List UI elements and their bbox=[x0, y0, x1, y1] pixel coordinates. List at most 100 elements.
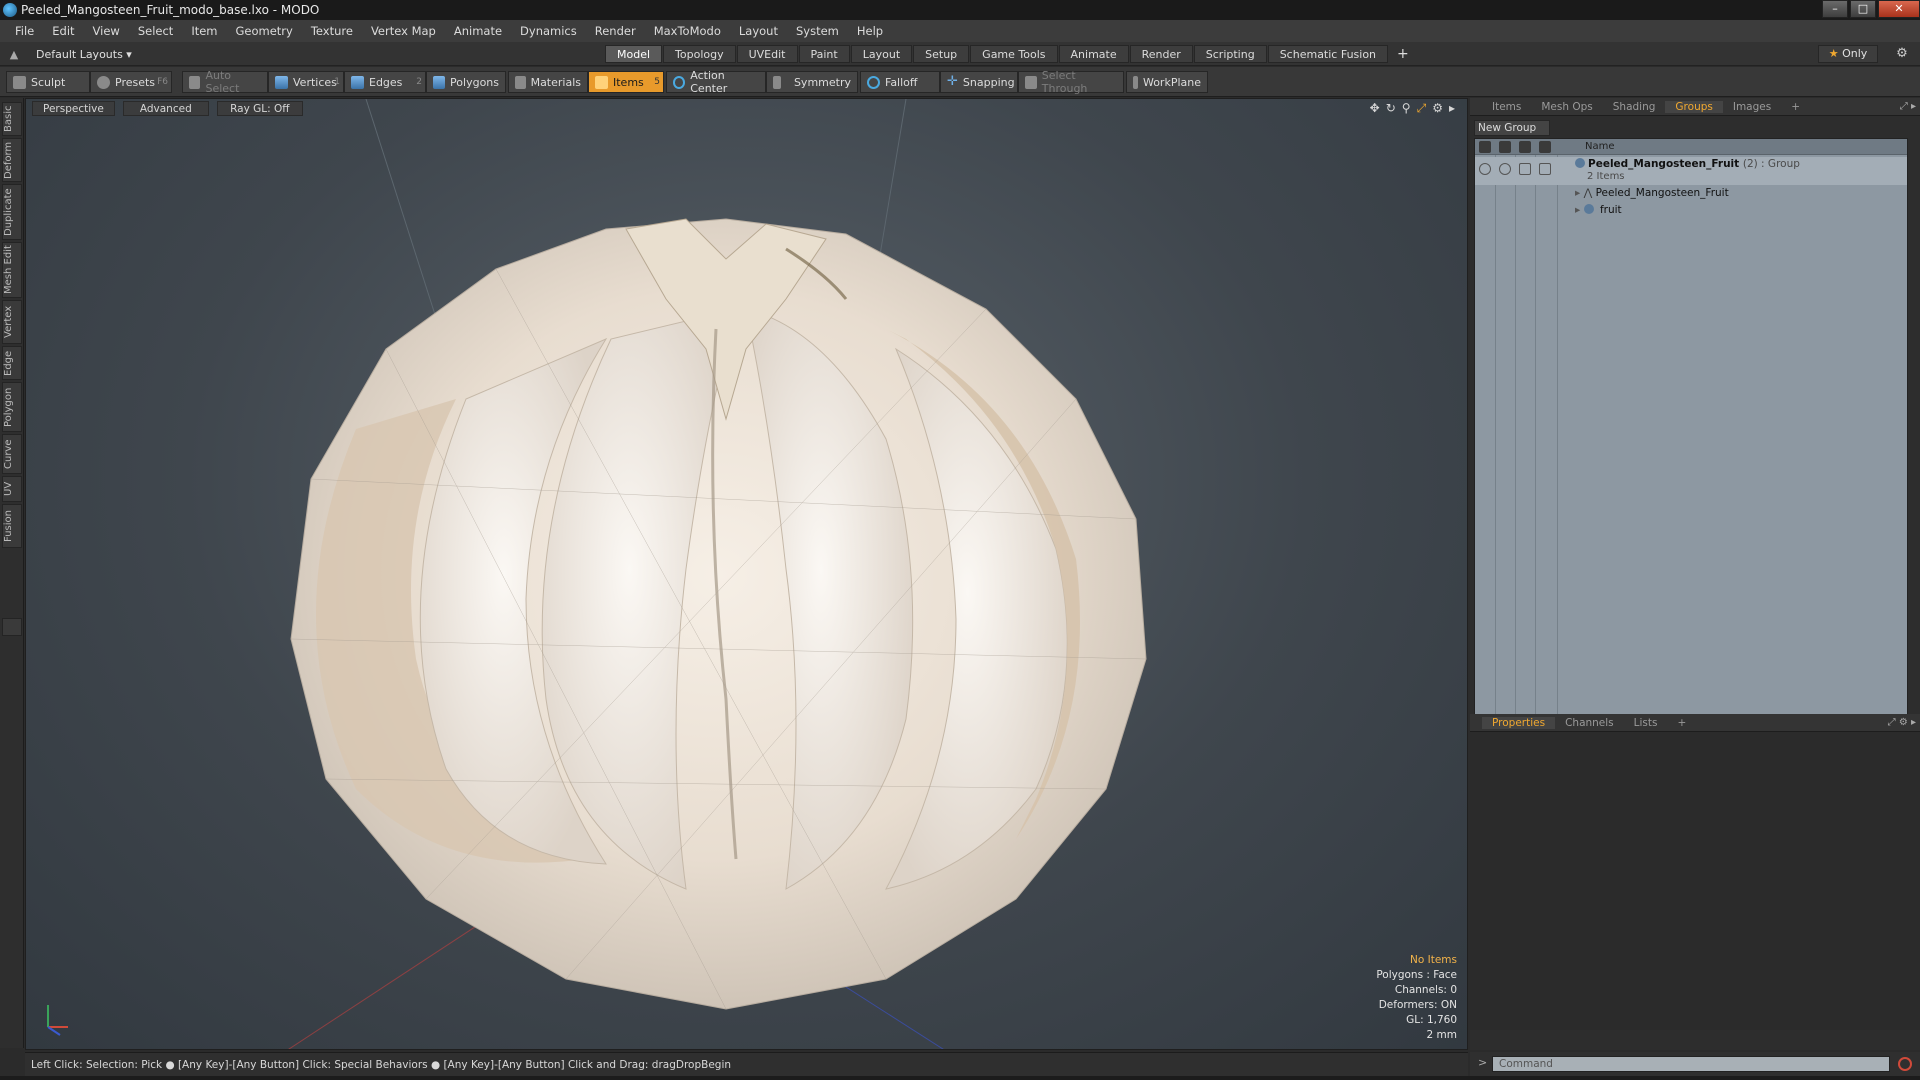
expand-arrow-icon[interactable]: ▸ bbox=[1575, 204, 1580, 216]
symmetry-button[interactable]: Symmetry bbox=[766, 71, 858, 93]
expand-arrow-icon[interactable]: ▸ bbox=[1575, 187, 1580, 199]
zoom-icon[interactable]: ⚲ bbox=[1402, 101, 1411, 116]
menu-dynamics[interactable]: Dynamics bbox=[511, 24, 586, 38]
edges-key: 2 bbox=[416, 77, 422, 87]
minimize-button[interactable]: – bbox=[1822, 0, 1848, 18]
sculpt-button[interactable]: Sculpt bbox=[6, 71, 90, 93]
select-through-button[interactable]: Select Through bbox=[1018, 69, 1124, 95]
auto-select-button[interactable]: Auto Select bbox=[182, 69, 268, 95]
maximize-button[interactable]: □ bbox=[1850, 0, 1876, 18]
polygons-icon bbox=[433, 75, 446, 89]
vertices-label: Vertices bbox=[293, 75, 337, 89]
tab-vertex[interactable]: Vertex bbox=[2, 300, 22, 344]
add-panel-tab-button[interactable]: + bbox=[1781, 101, 1810, 113]
eye-icon[interactable] bbox=[1479, 163, 1491, 175]
info-deformers: Deformers: ON bbox=[1378, 999, 1457, 1011]
tab-lists[interactable]: Lists bbox=[1624, 717, 1668, 729]
tab-render[interactable]: Render bbox=[1129, 45, 1193, 63]
title-bar: Peeled_Mangosteen_Fruit_modo_base.lxo - … bbox=[0, 0, 1920, 20]
fit-icon[interactable]: ⤢ bbox=[1417, 101, 1427, 116]
menu-texture[interactable]: Texture bbox=[302, 24, 362, 38]
tab-scripting[interactable]: Scripting bbox=[1193, 45, 1267, 63]
new-group-button[interactable]: New Group bbox=[1474, 120, 1550, 136]
tab-game-tools[interactable]: Game Tools bbox=[970, 45, 1058, 63]
tab-animate[interactable]: Animate bbox=[1058, 45, 1129, 63]
tab-setup[interactable]: Setup bbox=[913, 45, 970, 63]
menu-view[interactable]: View bbox=[84, 24, 129, 38]
add-properties-tab-button[interactable]: + bbox=[1667, 717, 1696, 729]
collapse-strip-button[interactable] bbox=[2, 618, 22, 636]
rotate-icon[interactable]: ↻ bbox=[1386, 101, 1396, 116]
tab-layout[interactable]: Layout bbox=[850, 45, 913, 63]
tab-duplicate[interactable]: Duplicate bbox=[2, 184, 22, 240]
layouts-dropdown[interactable]: ▲ Default Layouts ▾ bbox=[6, 45, 132, 63]
command-input[interactable]: Command bbox=[1492, 1056, 1890, 1072]
materials-button[interactable]: Materials bbox=[508, 71, 588, 93]
tab-paint[interactable]: Paint bbox=[798, 45, 850, 63]
tab-shading[interactable]: Shading bbox=[1603, 101, 1666, 113]
tab-groups[interactable]: Groups bbox=[1665, 100, 1723, 113]
tree-item-fruit[interactable]: ▸ fruit bbox=[1475, 202, 1907, 218]
tab-topology[interactable]: Topology bbox=[663, 45, 736, 63]
action-center-button[interactable]: Action Center bbox=[666, 69, 766, 95]
items-button[interactable]: Items 5 bbox=[588, 71, 664, 93]
workplane-button[interactable]: WorkPlane bbox=[1126, 71, 1208, 93]
tab-basic[interactable]: Basic bbox=[2, 102, 22, 136]
snapping-button[interactable]: ✛ Snapping bbox=[940, 71, 1018, 93]
menu-maxtomodo[interactable]: MaxToModo bbox=[645, 24, 730, 38]
3d-viewport[interactable]: Perspective Advanced Ray GL: Off ✥ ↻ ⚲ ⤢… bbox=[25, 98, 1468, 1050]
shading-mode-button[interactable]: Advanced bbox=[122, 100, 209, 116]
tab-properties[interactable]: Properties bbox=[1482, 716, 1556, 729]
menu-file[interactable]: File bbox=[6, 24, 43, 38]
tab-items[interactable]: Items bbox=[1482, 101, 1531, 113]
menu-help[interactable]: Help bbox=[848, 24, 892, 38]
menu-item[interactable]: Item bbox=[182, 24, 226, 38]
properties-settings-icon[interactable]: ⤢ ⚙ ▸ bbox=[1888, 717, 1916, 728]
menu-geometry[interactable]: Geometry bbox=[227, 24, 302, 38]
tab-model[interactable]: Model bbox=[605, 45, 663, 63]
tab-mesh-edit[interactable]: Mesh Edit bbox=[2, 242, 22, 298]
group-row[interactable]: Peeled_Mangosteen_Fruit (2) : Group 2 It… bbox=[1475, 157, 1907, 185]
polygons-button[interactable]: Polygons bbox=[426, 71, 506, 93]
menu-edit[interactable]: Edit bbox=[43, 24, 83, 38]
presets-button[interactable]: Presets F6 bbox=[90, 71, 172, 93]
tab-schematic-fusion[interactable]: Schematic Fusion bbox=[1267, 45, 1389, 63]
raygl-button[interactable]: Ray GL: Off bbox=[216, 100, 303, 116]
tree-item-mesh-label: Peeled_Mangosteen_Fruit bbox=[1595, 187, 1729, 199]
view-mode-button[interactable]: Perspective bbox=[32, 100, 115, 116]
menu-render[interactable]: Render bbox=[586, 24, 645, 38]
close-button[interactable]: ✕ bbox=[1878, 0, 1920, 18]
menu-system[interactable]: System bbox=[787, 24, 848, 38]
add-layout-tab-button[interactable]: + bbox=[1389, 45, 1417, 63]
tab-fusion[interactable]: Fusion bbox=[2, 504, 22, 548]
tab-deform[interactable]: Deform bbox=[2, 138, 22, 182]
edges-button[interactable]: Edges 2 bbox=[344, 71, 426, 93]
select-toggle-icon[interactable] bbox=[1539, 163, 1551, 175]
menu-layout[interactable]: Layout bbox=[730, 24, 787, 38]
tab-uvedit[interactable]: UVEdit bbox=[736, 45, 798, 63]
stop-icon[interactable] bbox=[1898, 1057, 1912, 1071]
vertices-button[interactable]: Vertices 1 bbox=[268, 71, 344, 93]
expand-panel-icon[interactable]: ⤢ ▸ bbox=[1900, 101, 1916, 112]
tab-curve[interactable]: Curve bbox=[2, 434, 22, 474]
viewport-menu-icon[interactable]: ▸ bbox=[1449, 101, 1455, 116]
pan-icon[interactable]: ✥ bbox=[1370, 101, 1380, 116]
render-toggle-icon[interactable] bbox=[1499, 163, 1511, 175]
polygons-label: Polygons bbox=[450, 75, 499, 89]
tab-edge[interactable]: Edge bbox=[2, 346, 22, 380]
tab-channels[interactable]: Channels bbox=[1555, 717, 1624, 729]
viewport-settings-icon[interactable]: ⚙ bbox=[1432, 101, 1443, 116]
tab-uv[interactable]: UV bbox=[2, 476, 22, 502]
falloff-button[interactable]: Falloff bbox=[860, 71, 940, 93]
sculpt-label: Sculpt bbox=[31, 75, 66, 89]
tab-images[interactable]: Images bbox=[1723, 101, 1781, 113]
tab-mesh-ops[interactable]: Mesh Ops bbox=[1531, 101, 1602, 113]
menu-vertex-map[interactable]: Vertex Map bbox=[362, 24, 445, 38]
menu-animate[interactable]: Animate bbox=[445, 24, 511, 38]
tree-item-mesh[interactable]: ▸ ⋀ Peeled_Mangosteen_Fruit bbox=[1475, 185, 1907, 201]
gear-icon[interactable]: ⚙ bbox=[1890, 45, 1914, 63]
lock-toggle-icon[interactable] bbox=[1519, 163, 1531, 175]
only-button[interactable]: ★ Only bbox=[1818, 45, 1878, 63]
tab-polygon[interactable]: Polygon bbox=[2, 382, 22, 432]
menu-select[interactable]: Select bbox=[129, 24, 182, 38]
